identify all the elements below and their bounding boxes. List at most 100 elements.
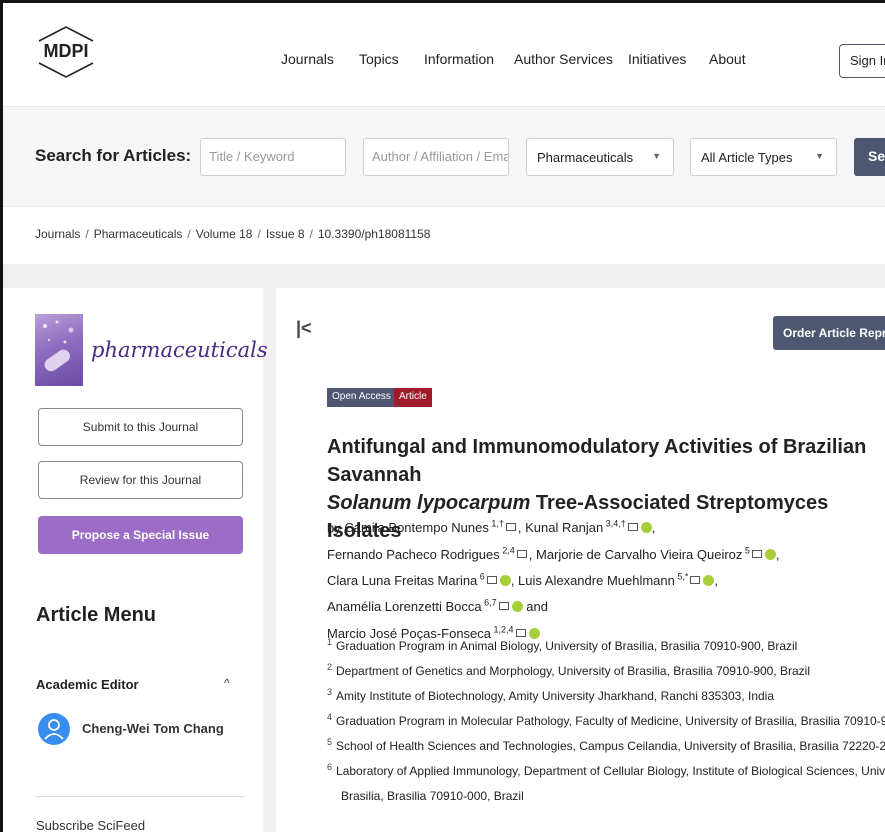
chevron-down-icon: ▼ [652,151,661,161]
order-reprints-button[interactable]: Order Article Reprints [773,316,885,350]
author-affiliation-input[interactable]: Author / Affiliation / Email [363,138,509,176]
search-button[interactable]: Search [854,138,885,176]
author-name[interactable]: Marjorie de Carvalho Vieira Queiroz [536,547,742,562]
author-affiliation-ref: 6,7 [481,597,497,608]
journal-logo[interactable]: pharmaceuticals [35,314,268,388]
affiliation-text: Laboratory of Applied Immunology, Depart… [336,764,885,778]
affiliation-number: 4 [327,712,333,722]
author-affiliation-ref: 2,4 [499,545,515,556]
email-icon[interactable] [627,523,638,532]
orcid-icon[interactable] [499,574,511,586]
sign-in-button[interactable]: Sign In / Sign Up [839,44,885,78]
authors-and: and [522,599,548,615]
author-item: , Luis Alexandre Muehlmann 5,* [511,571,715,588]
affiliation-item: Brasilia, Brasilia 70910-000, Brazil [327,787,524,803]
orcid-icon[interactable] [764,548,776,560]
affiliation-text: Department of Genetics and Morphology, U… [336,664,811,678]
author-name[interactable]: Kunal Ranjan [525,520,603,535]
affiliation-item: 2 Department of Genetics and Morphology, … [327,662,810,678]
article-title-line1: Antifungal and Immunomodulatory Activiti… [327,436,867,486]
article-title-species: Solanum lypocarpum [327,492,531,514]
affiliation-text: Graduation Program in Animal Biology, Un… [336,639,798,653]
orcid-icon[interactable] [703,574,715,586]
affiliation-number: 6 [327,762,333,772]
author-name[interactable]: Clara Luna Freitas Marina [327,573,477,588]
nav-topics[interactable]: Topics [359,51,399,67]
nav-author-services[interactable]: Author Services [514,51,613,67]
breadcrumb-issue[interactable]: Issue 8 [266,227,305,241]
subscribe-scifeed-link[interactable]: Subscribe SciFeed [36,818,145,832]
affiliation-text: Brasilia, Brasilia 70910-000, Brazil [341,789,524,803]
nav-information[interactable]: Information [424,51,494,67]
breadcrumb-journals[interactable]: Journals [35,227,80,241]
author-name[interactable]: Camila Bontempo Nunes [344,520,489,535]
page: MDPI Journals Topics Information Author … [0,0,885,832]
mdpi-logo[interactable]: MDPI [31,23,101,79]
email-icon[interactable] [516,549,527,558]
affiliation-item: 4 Graduation Program in Molecular Patholo… [327,712,885,728]
author-name[interactable]: Fernando Pacheco Rodrigues [327,547,500,562]
article-type-select[interactable]: All Article Types ▼ [690,138,837,176]
author-item: , Kunal Ranjan 3,4,† [518,519,652,535]
review-for-journal-button[interactable]: Review for this Journal [38,461,243,499]
email-icon[interactable] [690,575,701,584]
submit-to-journal-button[interactable]: Submit to this Journal [38,408,243,446]
email-icon[interactable] [486,575,497,584]
author-name[interactable]: Luis Alexandre Muehlmann [518,573,675,588]
chevron-up-icon[interactable]: ^ [224,676,230,690]
author-name[interactable]: Anamélia Lorenzetti Bocca [327,599,482,614]
academic-editor-title[interactable]: Academic Editor [36,677,139,692]
affiliation-item: 6 Laboratory of Applied Immunology, Depar… [327,762,885,778]
divider [36,796,244,797]
author-affiliation-ref: 5 [742,545,750,556]
author-affiliation-ref: 5,* [674,571,689,582]
avatar [38,713,70,745]
affiliation-number: 3 [327,687,333,697]
author-affiliation-ref: 1,2,4 [491,624,514,635]
propose-special-issue-button[interactable]: Propose a Special Issue [38,516,243,554]
editor-name[interactable]: Cheng-Wei Tom Chang [82,721,224,736]
email-icon[interactable] [751,549,762,558]
title-keyword-input[interactable]: Title / Keyword [200,138,346,176]
author-item: , Marjorie de Carvalho Vieira Queiroz 5 [529,545,776,562]
affiliation-text: Graduation Program in Molecular Patholog… [336,714,885,728]
email-icon[interactable] [515,628,526,637]
journal-name: pharmaceuticals [91,338,268,362]
nav-initiatives[interactable]: Initiatives [628,51,686,67]
breadcrumb: Journals / Pharmaceuticals / Volume 18 / Issue… [35,227,430,241]
author-item: Camila Bontempo Nunes 1,† [344,519,518,535]
breadcrumb-separator: / [309,227,313,241]
site-header: MDPI Journals Topics Information Author … [3,3,885,106]
affiliation-text: Amity Institute of Biotechnology, Amity … [336,689,775,703]
article-type-select-value: All Article Types [701,150,793,165]
affiliation-item: 3 Amity Institute of Biotechnology, Amity… [327,687,774,703]
nav-about[interactable]: About [709,51,746,67]
journal-select[interactable]: Pharmaceuticals ▼ [526,138,674,176]
breadcrumb-separator: / [85,227,89,241]
nav-journals[interactable]: Journals [281,51,334,67]
collapse-sidebar-icon[interactable]: |< [296,318,312,339]
orcid-icon[interactable] [511,601,523,613]
article-menu-title: Article Menu [36,604,157,626]
authors-by: by [327,520,345,536]
search-label: Search for Articles: [35,146,192,165]
breadcrumb-volume[interactable]: Volume 18 [196,227,253,241]
journal-cover-image [35,314,83,386]
journal-select-value: Pharmaceuticals [537,150,634,165]
search-bar: Search for Articles: Title / Keyword Aut… [3,106,885,206]
breadcrumb-separator: / [257,227,261,241]
breadcrumb-bar: Journals / Pharmaceuticals / Volume 18 / Issue… [3,206,885,264]
article-main: |< Order Article Reprints Open Access Ar… [276,288,885,832]
affiliation-item: 5 School of Health Sciences and Technolog… [327,737,885,753]
email-icon[interactable] [498,602,509,611]
author-affiliation-ref: 3,4,† [603,519,626,529]
breadcrumb-pharmaceuticals[interactable]: Pharmaceuticals [94,227,183,241]
article-type-badge: Article [394,388,432,407]
open-access-badge: Open Access [327,388,396,407]
orcid-icon[interactable] [640,522,652,534]
content-area: pharmaceuticals Submit to this Journal R… [3,264,885,832]
affiliation-item: 1 Graduation Program in Animal Biology, U… [327,637,797,653]
author-list: by Camila Bontempo Nunes 1,†, Kunal Ranj… [327,513,885,645]
email-icon[interactable] [505,523,516,532]
affiliation-number: 5 [327,737,333,747]
